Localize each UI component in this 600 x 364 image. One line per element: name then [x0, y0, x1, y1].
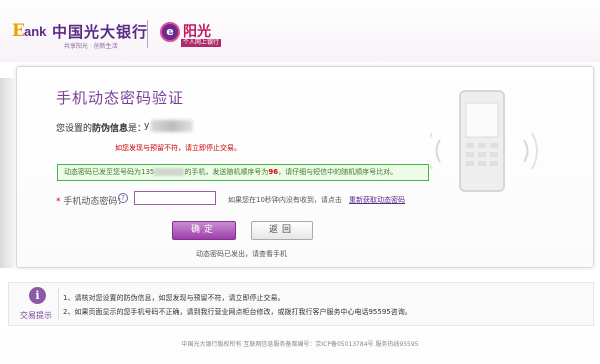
left-shadow — [0, 78, 14, 268]
anti-phish-label: 您设置的防伪信息是： — [56, 121, 146, 134]
anti-phish-warning: 如您发现与预留不符，请立即停止交易。 — [115, 144, 241, 152]
tip-item: 2、如果页面显示的您手机号码不正确，请到我行营业网点柜台修改，或拨打我行客户服务… — [63, 308, 412, 316]
otp-sent-notice: 动态密码已发至您号码为135 的手机，发送随机顺序号为96，请仔细与短信中的随机顺… — [57, 164, 429, 181]
page-title: 手机动态密码验证 — [56, 89, 185, 107]
phone-icon — [430, 90, 538, 192]
bank-slogan: 共享阳光 · 创新生活 — [64, 43, 118, 50]
otp-input[interactable] — [134, 191, 216, 205]
info-icon: i — [29, 287, 46, 304]
bank-logo-name: 中国光大银行 — [52, 23, 149, 41]
masked-phone-number — [154, 168, 185, 176]
anti-phish-bold: 防伪信息 — [92, 124, 129, 134]
otp-label-text: 手机动态密码： — [63, 197, 127, 207]
ebank-logo-icon: e — [160, 22, 180, 42]
tips-divider — [58, 288, 59, 320]
notice-part3: ，请仔细与短信中的随机顺序号比对。 — [278, 168, 398, 176]
masked-anti-phish-info — [151, 120, 193, 132]
page-header: E ank 中国光大银行 共享阳光 · 创新生活 e 阳光 个人网上银行 — [0, 0, 600, 62]
back-button[interactable]: 返回 — [251, 221, 313, 240]
footer-copyright: 中国光大银行版权所有 互联网信息服务备案编号：京ICP备05013784号 服务… — [181, 341, 419, 348]
notice-part2: 的手机，发送随机顺序号为 — [184, 168, 269, 176]
notice-serial: 96 — [268, 168, 279, 176]
otp-label: * 手机动态密码： — [56, 194, 126, 207]
help-icon[interactable]: ? — [118, 193, 128, 203]
anti-phish-value: y — [144, 121, 150, 131]
ebank-title: 阳光 — [183, 24, 211, 40]
confirm-button[interactable]: 确定 — [172, 221, 236, 240]
otp-sent-status: 动态密码已发出，请查看手机 — [196, 250, 287, 258]
resend-hint: 如果您在10秒钟内没有收到，请点击 — [228, 196, 342, 204]
transaction-tips-panel — [8, 282, 594, 326]
ebank-subtitle: 个人网上银行 — [181, 39, 222, 47]
anti-phish-prefix: 您设置的 — [56, 124, 93, 134]
notice-part1: 动态密码已发至您号码为135 — [64, 168, 155, 176]
header-divider — [147, 20, 148, 48]
tips-title: 交易提示 — [20, 311, 52, 320]
resend-otp-link[interactable]: 重新获取动态密码 — [349, 195, 405, 205]
bank-logo-ank: ank — [24, 24, 47, 39]
required-star: * — [56, 197, 61, 207]
tip-item: 1、请核对您设置的防伪信息，如您发现与预留不符，请立即停止交易。 — [63, 294, 285, 302]
